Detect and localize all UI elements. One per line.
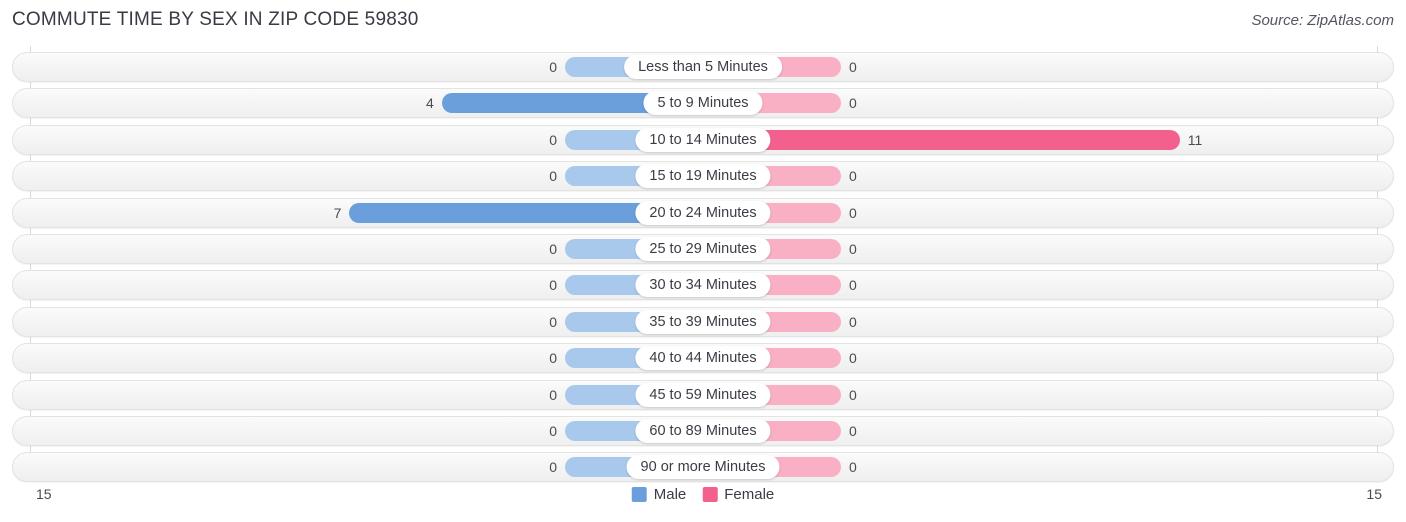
bar-value-female: 0 xyxy=(849,459,857,476)
bar-row: 4 0 5 to 9 Minutes xyxy=(12,88,1394,119)
bar-row: 0 0 15 to 19 Minutes xyxy=(12,161,1394,192)
bar-value-female: 0 xyxy=(849,313,857,330)
category-label-pill: 15 to 19 Minutes xyxy=(635,164,771,189)
category-label-pill: 60 to 89 Minutes xyxy=(635,419,771,443)
category-label-pill: 40 to 44 Minutes xyxy=(635,346,771,371)
legend-swatch-male-icon xyxy=(631,487,647,502)
page-title: COMMUTE TIME BY SEX IN ZIP CODE 59830 xyxy=(12,9,419,30)
legend-label-male: Male xyxy=(653,486,687,503)
category-label-pill: 30 to 34 Minutes xyxy=(635,273,771,298)
category-label-pill: 10 to 14 Minutes xyxy=(635,127,771,152)
bar-value-female: 0 xyxy=(849,277,857,294)
legend-item-female[interactable]: Female xyxy=(702,486,774,503)
bar-row: 0 11 10 to 14 Minutes xyxy=(12,124,1394,155)
bar-row: 0 0 40 to 44 Minutes xyxy=(12,343,1394,374)
chart-legend: Male Female xyxy=(631,486,774,503)
bar-row: 0 0 90 or more Minutes xyxy=(12,452,1394,483)
bar-value-male: 0 xyxy=(549,59,557,75)
category-label-pill: 45 to 59 Minutes xyxy=(635,382,771,407)
legend-item-male[interactable]: Male xyxy=(631,486,687,503)
bar-row: 7 0 20 to 24 Minutes xyxy=(12,197,1394,228)
bar-value-female: 0 xyxy=(849,241,857,257)
category-label-pill: 20 to 24 Minutes xyxy=(635,200,771,225)
source-attribution: Source: ZipAtlas.com xyxy=(1251,12,1394,29)
bar-value-female: 0 xyxy=(849,350,857,367)
category-label-pill: 35 to 39 Minutes xyxy=(635,309,771,334)
bar-row: 0 0 30 to 34 Minutes xyxy=(12,270,1394,301)
bar-value-female: 0 xyxy=(849,59,857,75)
category-label-pill: 5 to 9 Minutes xyxy=(643,91,763,116)
bar-row: 0 0 25 to 29 Minutes xyxy=(12,234,1394,264)
bar-value-female: 0 xyxy=(849,423,857,439)
bar-row: 0 0 Less than 5 Minutes xyxy=(12,52,1394,82)
bar-value-female: 0 xyxy=(849,204,857,221)
bar-value-female: 0 xyxy=(849,386,857,403)
axis-tick-left: 15 xyxy=(36,486,52,502)
chart-header: COMMUTE TIME BY SEX IN ZIP CODE 59830 So… xyxy=(0,0,1406,44)
bar-female[interactable] xyxy=(703,129,1180,150)
bar-value-female: 11 xyxy=(1187,131,1203,148)
bar-value-male: 7 xyxy=(333,204,342,221)
bar-value-male: 0 xyxy=(549,168,557,185)
bar-value-male: 0 xyxy=(549,313,557,330)
chart-plot-area: 0 0 Less than 5 Minutes 4 0 5 to 9 Minutes 0 11… xyxy=(0,46,1406,483)
legend-swatch-female-icon xyxy=(702,487,718,502)
legend-label-female: Female xyxy=(724,486,775,503)
bar-row: 0 0 45 to 59 Minutes xyxy=(12,379,1394,410)
bar-value-male: 0 xyxy=(549,459,557,476)
bar-row: 0 0 60 to 89 Minutes xyxy=(12,416,1394,446)
bar-row: 0 0 35 to 39 Minutes xyxy=(12,306,1394,337)
axis-tick-right: 15 xyxy=(1366,486,1382,502)
category-label-pill: 90 or more Minutes xyxy=(626,455,780,480)
bar-value-male: 4 xyxy=(426,95,434,112)
bar-value-male: 0 xyxy=(549,423,557,439)
bar-value-male: 0 xyxy=(549,386,557,403)
category-label-pill: 25 to 29 Minutes xyxy=(635,237,771,261)
bar-value-male: 0 xyxy=(549,277,557,294)
bar-value-female: 0 xyxy=(849,168,857,185)
chart-footer: 15 Male Female 15 xyxy=(0,482,1406,522)
bar-value-male: 0 xyxy=(549,350,557,367)
category-label-pill: Less than 5 Minutes xyxy=(624,55,782,79)
bar-value-male: 0 xyxy=(549,131,557,148)
bar-value-male: 0 xyxy=(549,241,557,257)
bar-value-female: 0 xyxy=(849,95,857,112)
